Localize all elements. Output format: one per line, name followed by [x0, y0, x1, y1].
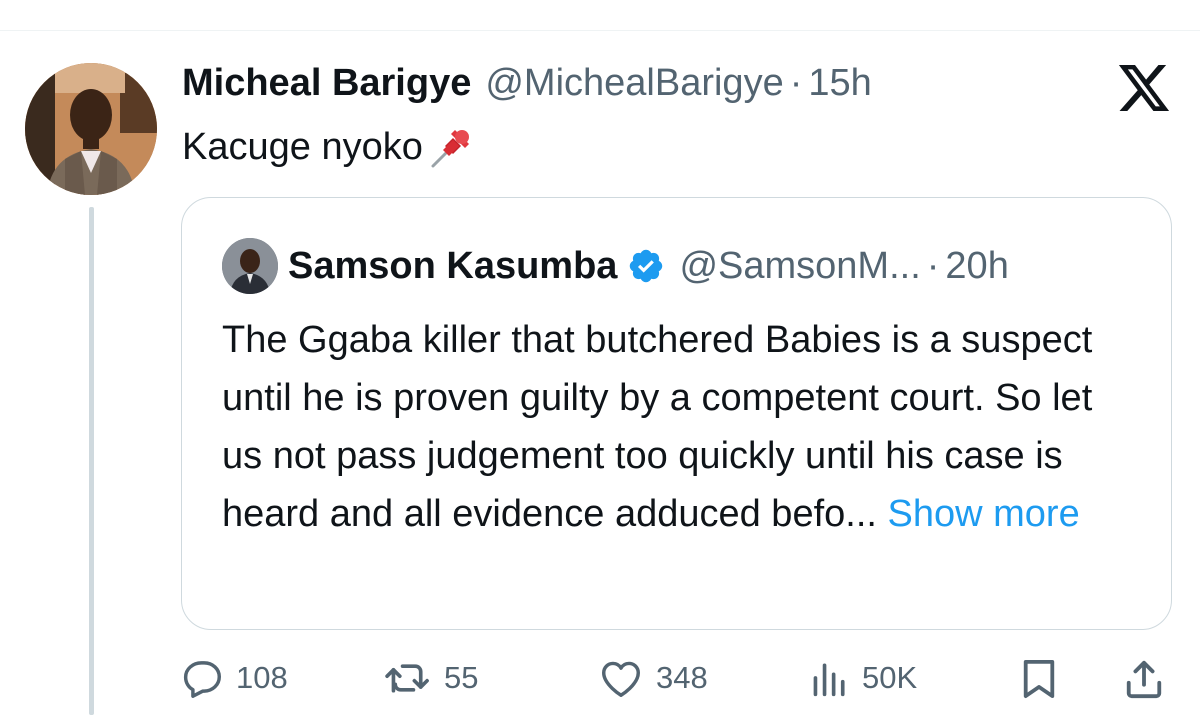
like-icon — [601, 661, 640, 697]
pushpin-icon — [431, 130, 469, 168]
like-count: 348 — [656, 660, 708, 695]
action-bar: 108 55 348 50K — [0, 650, 1200, 710]
views-icon — [813, 663, 845, 697]
verified-badge-icon — [630, 249, 663, 283]
repost-count: 55 — [444, 660, 479, 695]
tweet-header: Micheal Barigye @MichealBarigye · 15h — [182, 62, 872, 112]
quoted-tweet-card[interactable]: Samson Kasumba @SamsonM... · 20h The Gga… — [181, 197, 1172, 630]
author-avatar[interactable] — [25, 63, 157, 195]
thread-line — [89, 207, 94, 715]
quote-header: Samson Kasumba @SamsonM... · 20h — [288, 241, 1009, 291]
reply-count: 108 — [236, 660, 288, 695]
separator-dot: · — [926, 244, 940, 287]
author-name[interactable]: Micheal Barigye — [182, 62, 471, 105]
share-icon — [1126, 660, 1162, 699]
bookmark-button[interactable] — [1020, 658, 1058, 700]
show-more-link[interactable]: Show more — [888, 493, 1080, 535]
views-button[interactable]: 50K — [810, 658, 917, 698]
author-handle[interactable]: @MichealBarigye — [485, 62, 783, 105]
separator-dot: · — [789, 62, 803, 104]
tweet-text: Kacuge nyoko — [182, 124, 475, 170]
quote-text: The Ggaba killer that butchered Babies i… — [222, 311, 1122, 543]
reply-button[interactable]: 108 — [180, 658, 288, 698]
quote-timestamp[interactable]: 20h — [945, 245, 1008, 288]
share-button[interactable] — [1122, 658, 1166, 700]
tweet-timestamp[interactable]: 15h — [808, 62, 871, 105]
bookmark-icon — [1023, 660, 1055, 698]
repost-button[interactable]: 55 — [384, 658, 478, 698]
quote-author-avatar[interactable] — [222, 238, 278, 294]
quote-author-handle[interactable]: @SamsonM... — [679, 245, 920, 288]
tweet-body: Kacuge nyoko — [182, 125, 423, 168]
top-divider — [0, 30, 1200, 31]
x-logo-icon[interactable] — [1118, 65, 1170, 111]
quote-author-name[interactable]: Samson Kasumba — [288, 245, 617, 288]
views-count: 50K — [862, 660, 918, 695]
like-button[interactable]: 348 — [598, 658, 708, 698]
reply-icon — [183, 661, 221, 698]
repost-icon — [385, 664, 429, 693]
